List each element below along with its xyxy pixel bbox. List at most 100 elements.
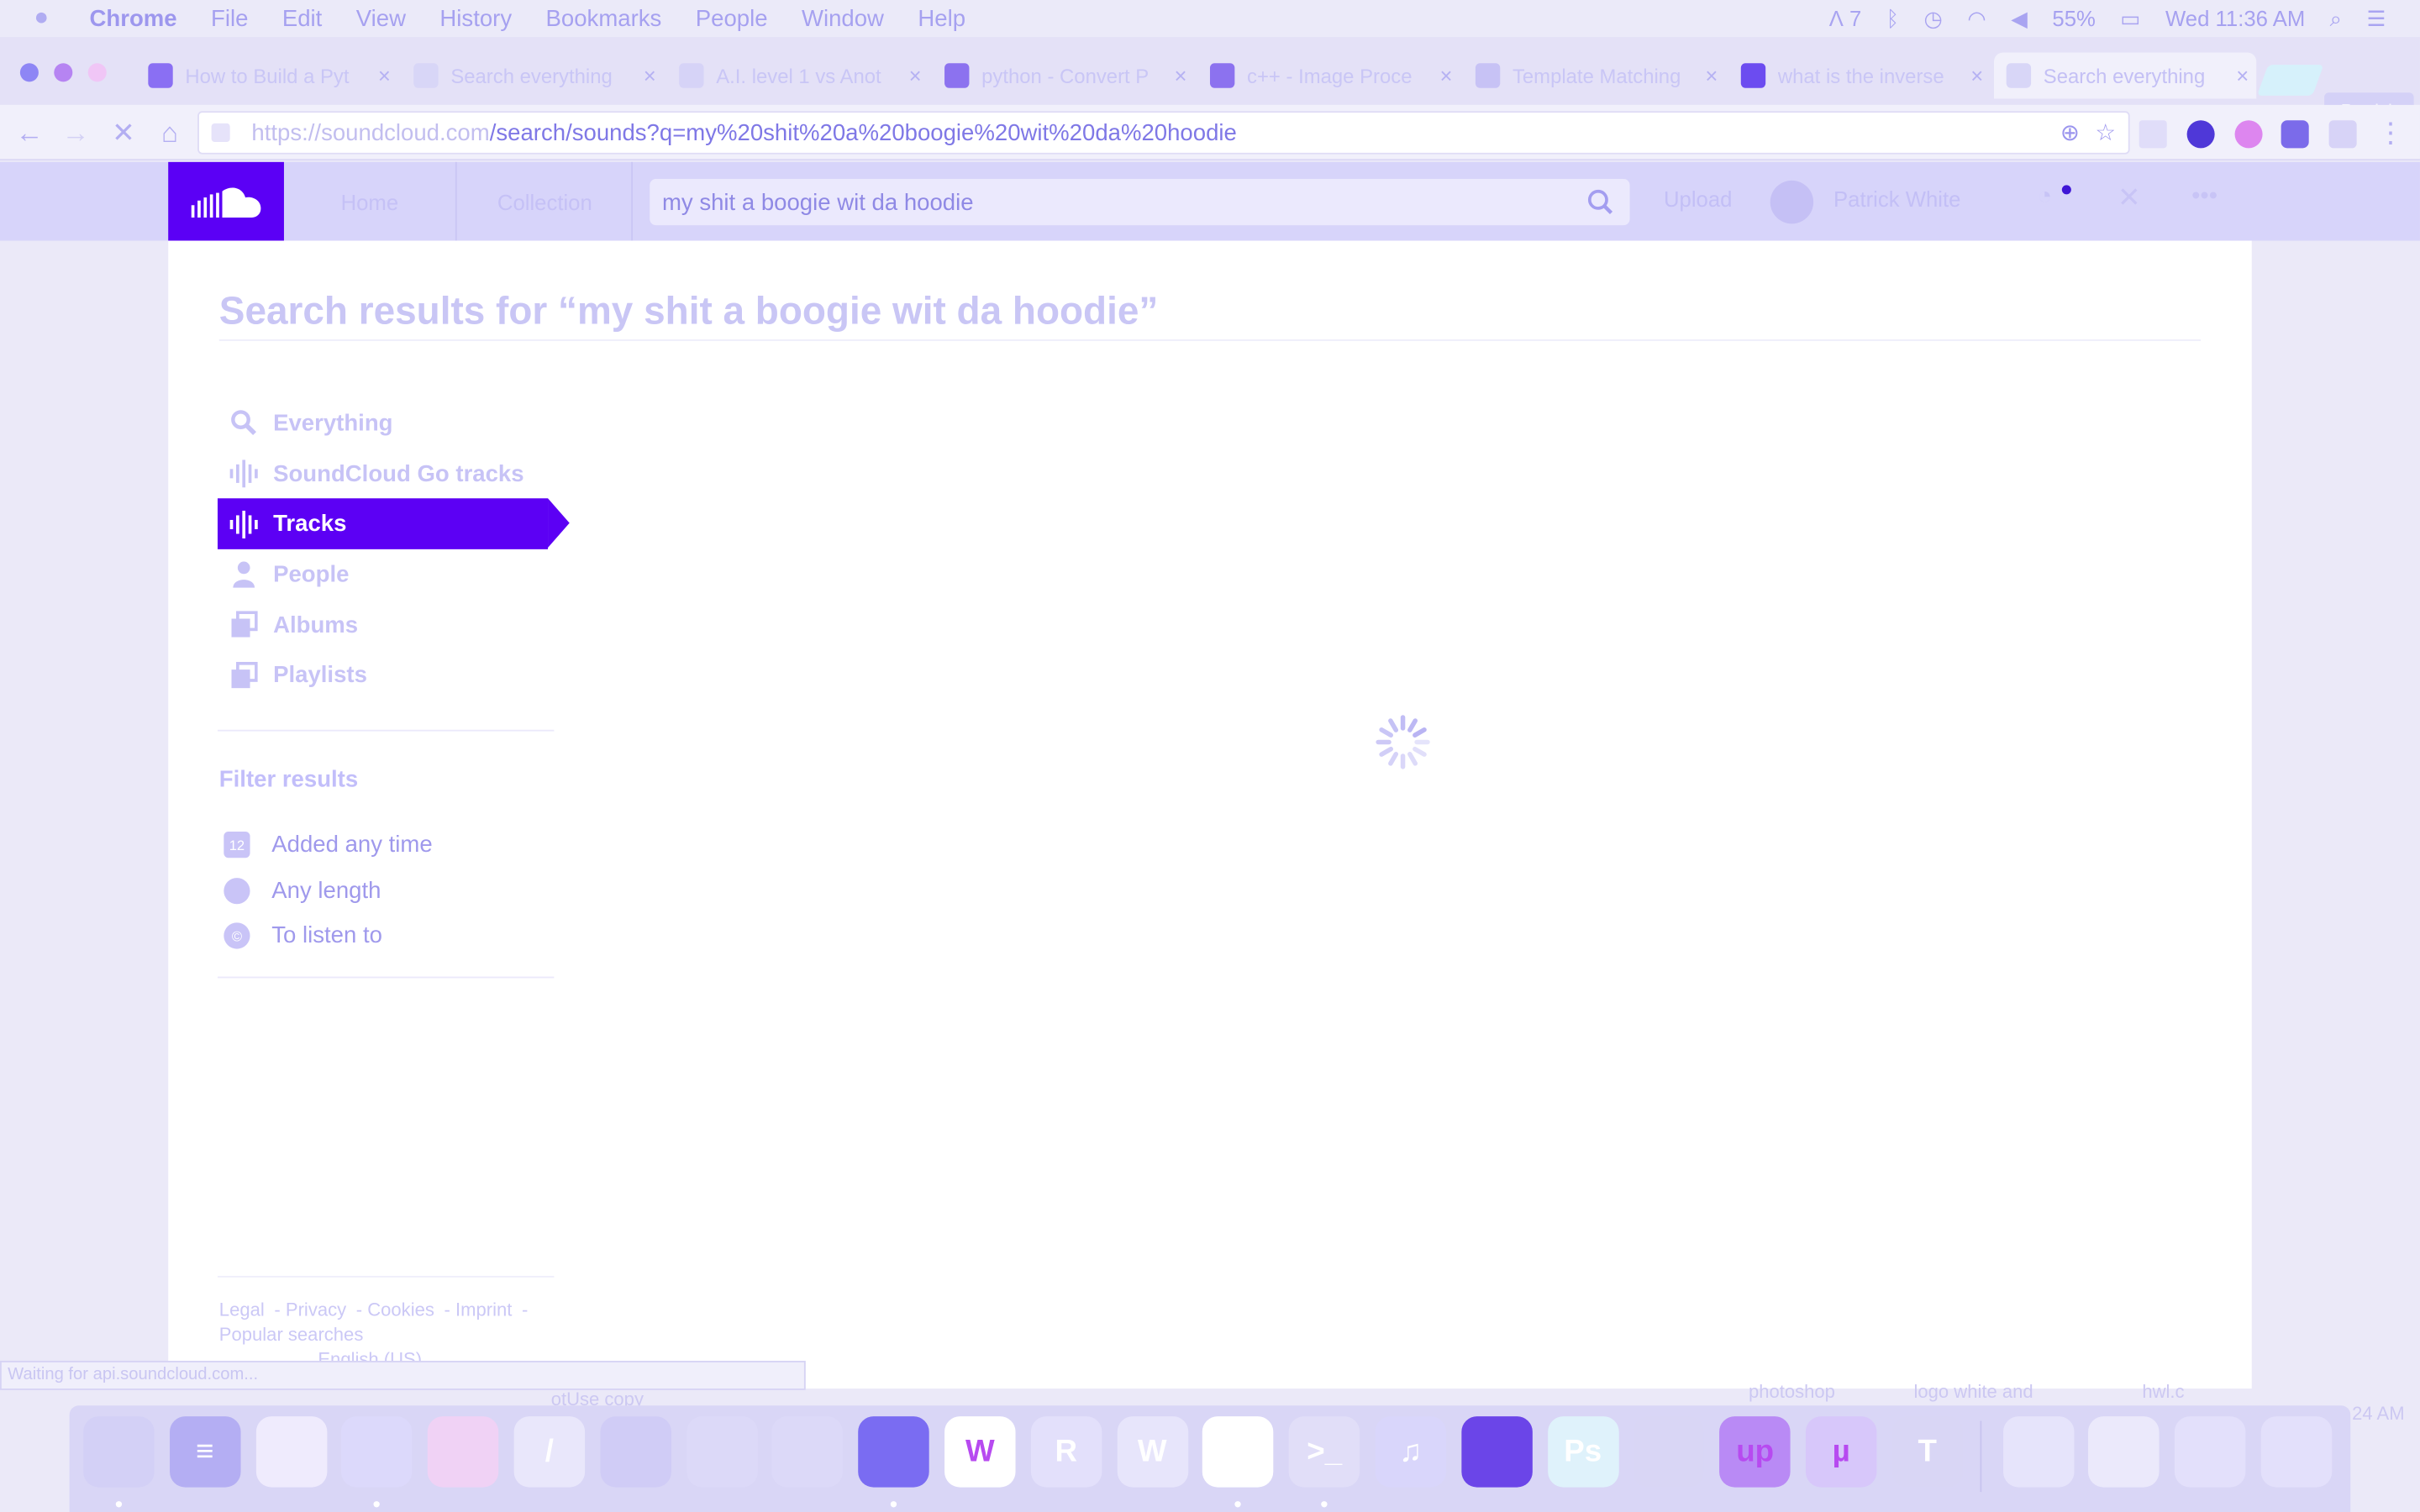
files-icon[interactable] — [772, 1416, 844, 1488]
desktop-file-label[interactable]: 24 AM — [2352, 1403, 2405, 1425]
nav-item-albums[interactable]: Albums — [218, 600, 548, 650]
new-tab-button[interactable] — [2256, 65, 2324, 96]
address-bar[interactable]: https://soundcloud.com/search/sounds?q=m… — [197, 111, 2130, 155]
word-icon[interactable]: W — [1117, 1416, 1188, 1488]
menu-people[interactable]: People — [696, 5, 768, 31]
nav-item-tracks[interactable]: Tracks — [217, 498, 570, 549]
browser-tab[interactable]: A.I. level 1 vs Anot × — [666, 52, 929, 98]
notification-center-icon[interactable]: ☰ — [2366, 5, 2386, 31]
desktop-file-label[interactable]: hwl.c — [2142, 1381, 2184, 1403]
nav-item-people[interactable]: People — [218, 549, 548, 600]
browser-tab[interactable]: what is the inverse × — [1728, 52, 1991, 98]
menu-bookmarks[interactable]: Bookmarks — [546, 5, 662, 31]
stop-loading-icon[interactable]: ✕ — [107, 116, 140, 150]
tab-close-icon[interactable]: × — [1963, 63, 1991, 87]
footer-link-legal[interactable]: Legal — [219, 1299, 265, 1321]
finder-icon[interactable] — [83, 1416, 155, 1488]
sc-user-name[interactable]: Patrick White — [1833, 186, 1960, 211]
abp-extension-icon[interactable] — [2186, 120, 2215, 149]
tab-close-icon[interactable]: × — [371, 63, 398, 87]
notes-icon[interactable] — [255, 1416, 327, 1488]
itunes-icon[interactable]: ♫ — [1375, 1416, 1446, 1488]
menu-edit[interactable]: Edit — [282, 5, 322, 31]
tab-close-icon[interactable]: × — [1167, 63, 1195, 87]
sc-nav-collection[interactable]: Collection — [458, 161, 634, 241]
bluetooth-icon[interactable]: ᛒ — [1886, 6, 1899, 30]
footer-link-imprint[interactable]: Imprint — [455, 1299, 512, 1321]
downloads-icon[interactable] — [2088, 1416, 2160, 1488]
upwork-icon[interactable]: up — [1719, 1416, 1791, 1488]
tab-close-icon[interactable]: × — [902, 63, 929, 87]
stack-icon[interactable] — [2175, 1416, 2246, 1488]
phpstorm-icon[interactable] — [1202, 1416, 1274, 1488]
menubar-clock[interactable]: Wed 11:36 AM — [2165, 6, 2305, 30]
rstudio-icon[interactable]: R — [1030, 1416, 1102, 1488]
tab-close-icon[interactable]: × — [1697, 63, 1725, 87]
volume-icon[interactable]: ◀ — [2011, 5, 2028, 31]
webstorm-icon[interactable]: W — [944, 1416, 1016, 1488]
window-zoom-button[interactable] — [87, 63, 107, 82]
folder-icon[interactable] — [2002, 1416, 2074, 1488]
browser-tab[interactable]: python - Convert P × — [932, 52, 1194, 98]
battery-icon[interactable]: ▭ — [2120, 5, 2140, 31]
filter-option[interactable]: Any length — [224, 868, 432, 913]
browser-tab[interactable]: Template Matching × — [1463, 52, 1725, 98]
time-machine-icon[interactable]: ◷ — [1924, 5, 1943, 31]
chrome-menu-icon[interactable]: ⋮ — [2374, 116, 2407, 150]
soundcloud-logo-icon[interactable] — [168, 161, 284, 241]
chrome-icon[interactable] — [858, 1416, 930, 1488]
forward-icon[interactable]: → — [59, 116, 92, 150]
adobe-icon[interactable]: Ʌ 7 — [1829, 6, 1862, 30]
extension-square-icon[interactable] — [2328, 120, 2357, 149]
messages-icon[interactable] — [341, 1416, 413, 1488]
home-icon[interactable]: ⌂ — [153, 116, 187, 150]
trash-icon[interactable] — [2260, 1416, 2333, 1488]
menu-file[interactable]: File — [211, 5, 248, 31]
disk-utility-icon[interactable] — [1633, 1416, 1705, 1488]
footer-link-popular-searches[interactable]: Popular searches — [219, 1324, 364, 1346]
battery-percent[interactable]: 55% — [2052, 6, 2095, 30]
photoshop-icon[interactable]: Ps — [1547, 1416, 1618, 1488]
ball-icon[interactable] — [428, 1416, 499, 1488]
filter-option[interactable]: © To listen to — [224, 913, 432, 958]
apple-icon[interactable]: ● — [34, 5, 61, 33]
wifi-icon[interactable]: ◠ — [1967, 5, 1986, 31]
menu-help[interactable]: Help — [918, 5, 965, 31]
cast-icon[interactable] — [2139, 120, 2167, 149]
browser-tab[interactable]: c++ - Image Proce × — [1197, 52, 1460, 98]
script-icon[interactable]: / — [513, 1416, 586, 1488]
extension-helmet-icon[interactable] — [2281, 120, 2309, 149]
sc-upload-link[interactable]: Upload — [1664, 186, 1733, 211]
menu-window[interactable]: Window — [802, 5, 884, 31]
browser-tab[interactable]: How to Build a Pyt × — [136, 52, 398, 98]
back-icon[interactable]: ← — [13, 116, 46, 150]
nav-item-playlists[interactable]: Playlists — [218, 650, 548, 701]
sc-search-input[interactable]: my shit a boogie wit da hoodie — [650, 179, 1630, 226]
search-icon[interactable] — [1586, 188, 1614, 222]
translate-icon[interactable]: ⊕ — [2060, 118, 2080, 146]
extension-circle-icon[interactable] — [2234, 120, 2263, 149]
desktop-file-label[interactable]: photoshop — [1749, 1381, 1835, 1403]
preview-icon[interactable] — [600, 1416, 671, 1488]
xcode-icon[interactable] — [686, 1416, 758, 1488]
tab-close-icon[interactable]: × — [2228, 63, 2256, 87]
spotlight-search-icon[interactable]: ⌕ — [2330, 5, 2342, 31]
window-close-button[interactable] — [19, 63, 39, 82]
menu-history[interactable]: History — [439, 5, 512, 31]
browser-tab[interactable]: Search everything × — [402, 52, 664, 98]
ibooks-icon[interactable] — [1460, 1416, 1533, 1488]
avatar[interactable] — [1770, 180, 1814, 224]
menu-view[interactable]: View — [356, 5, 406, 31]
filter-option[interactable]: 12 Added any time — [224, 822, 433, 868]
browser-tab[interactable]: Search everything × — [1994, 52, 2257, 99]
terminal-icon[interactable]: >_ — [1288, 1416, 1360, 1488]
more-icon[interactable]: ••• — [2191, 184, 2217, 212]
nav-item-soundcloud-go-tracks[interactable]: SoundCloud Go tracks — [218, 449, 548, 499]
tab-close-icon[interactable]: × — [636, 63, 664, 87]
browser-icon[interactable]: ≡ — [169, 1416, 241, 1488]
sc-nav-home[interactable]: Home — [284, 161, 457, 241]
footer-link-privacy[interactable]: Privacy — [286, 1299, 346, 1321]
window-minimize-button[interactable] — [54, 63, 73, 82]
utorrent-icon[interactable]: µ — [1805, 1416, 1877, 1488]
typora-icon[interactable]: T — [1891, 1416, 1963, 1488]
